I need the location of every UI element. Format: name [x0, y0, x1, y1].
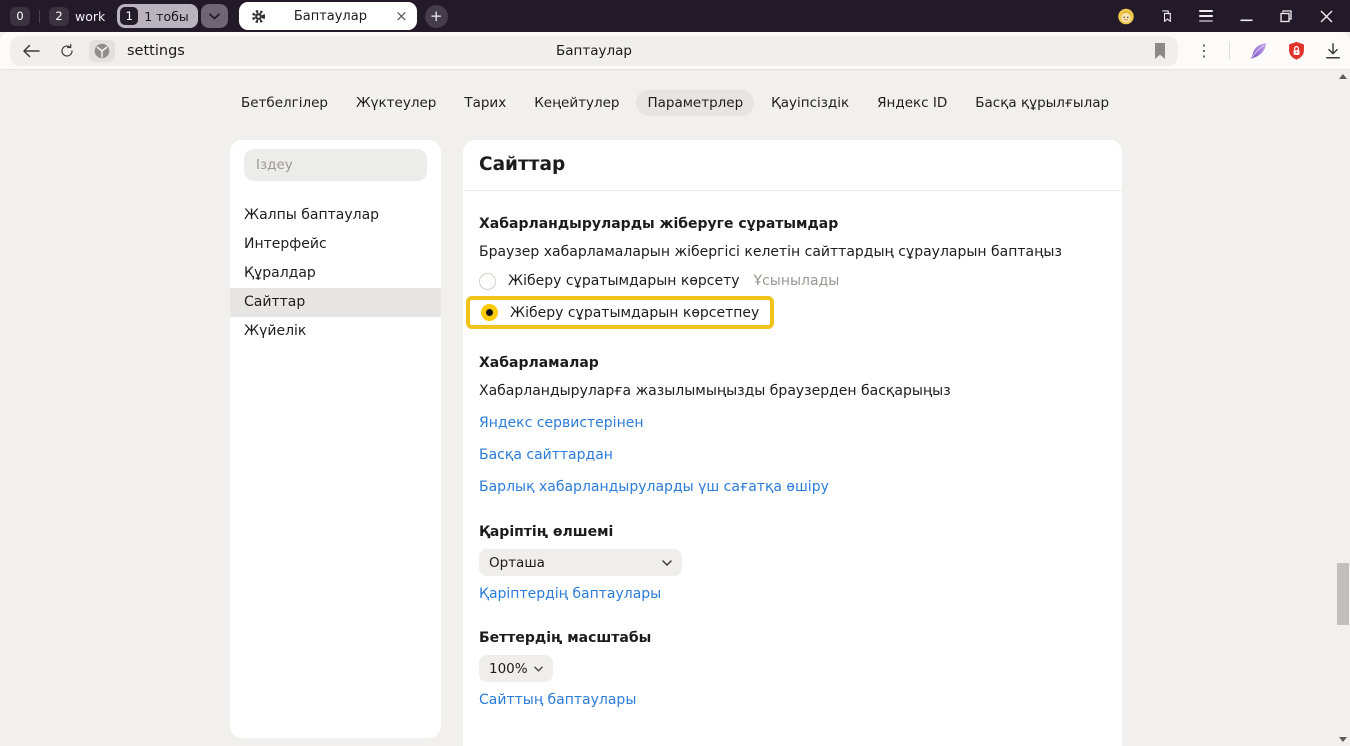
window-restore-button[interactable]	[1278, 8, 1294, 24]
content-title: Сайттар	[463, 140, 1122, 191]
new-tab-button[interactable]: +	[425, 5, 448, 28]
tab-downloads[interactable]: Жүктеулер	[345, 90, 447, 116]
tab-group-active[interactable]: 1 1 тобы	[117, 4, 197, 28]
back-arrow-icon	[22, 44, 40, 58]
tab-close-icon[interactable]: ×	[395, 9, 408, 24]
section-heading: Хабарландыруларды жіберуге сұратымдар	[479, 216, 1106, 232]
settings-page: Бетбелгілер Жүктеулер Тарих Кеңейтулер П…	[0, 70, 1350, 746]
reload-icon	[59, 43, 75, 59]
section-heading: Хабарламалар	[479, 355, 1106, 371]
side-panels-icon[interactable]	[1158, 8, 1174, 24]
select-value: Орташа	[489, 555, 545, 571]
window-close-button[interactable]	[1318, 8, 1334, 24]
active-tab[interactable]: Баптаулар ×	[239, 2, 417, 30]
back-button[interactable]	[22, 44, 40, 58]
toolbar-more-icon[interactable]: ⋮	[1196, 43, 1212, 59]
active-group-count-badge: 1	[120, 7, 138, 25]
site-favicon	[89, 40, 115, 62]
tab-extensions[interactable]: Кеңейтулер	[523, 90, 630, 116]
link-site-settings[interactable]: Сайттың баптаулары	[479, 692, 636, 708]
tab-settings[interactable]: Параметрлер	[636, 90, 754, 116]
scroll-down-arrow-icon[interactable]	[1339, 737, 1347, 742]
scrollbar-thumb[interactable]	[1337, 563, 1349, 625]
tab-security[interactable]: Қауіпсіздік	[760, 90, 860, 116]
url-text: settings	[127, 43, 185, 59]
section-description: Браузер хабарламаларын жібергісі келетін…	[479, 244, 1106, 260]
section-notifications: Хабарламалар Хабарландыруларға жазылымың…	[463, 355, 1122, 495]
tab-strip: 0 2 work 1 1 тобы Баптаулар × +	[0, 0, 1350, 32]
link-other-sites[interactable]: Басқа сайттардан	[479, 447, 613, 463]
search-input[interactable]	[244, 149, 427, 181]
page-scrollbar[interactable]	[1336, 70, 1350, 746]
bookmark-flag-icon[interactable]	[1154, 43, 1166, 59]
scroll-up-arrow-icon[interactable]	[1339, 74, 1347, 79]
sidebar-item-tools[interactable]: Құралдар	[230, 259, 441, 288]
select-value: 100%	[489, 661, 528, 677]
recommended-badge: Ұсынылады	[754, 273, 840, 289]
chevron-down-icon	[534, 666, 543, 672]
radio-unchecked-icon[interactable]	[479, 273, 496, 290]
sidebar-list: Жалпы баптаулар Интерфейс Құралдар Сайтт…	[230, 201, 441, 346]
browser-menu-icon[interactable]	[1198, 8, 1214, 24]
notification-links: Яндекс сервистерінен Басқа сайттардан Ба…	[479, 415, 1106, 495]
settings-gear-icon	[251, 9, 266, 24]
toolbar-extensions: ⋮	[1196, 32, 1342, 70]
radio-checked-icon[interactable]	[481, 304, 498, 321]
annotation-highlight-box: Жіберу сұратымдарын көрсетпеу	[466, 296, 774, 329]
active-group-label: 1 тобы	[144, 9, 188, 24]
radio-label: Жіберу сұратымдарын көрсетпеу	[510, 305, 759, 321]
section-heading: Беттердің масштабы	[479, 630, 1106, 646]
sidebar-item-system[interactable]: Жүйелік	[230, 317, 441, 346]
downloads-icon[interactable]	[1324, 42, 1342, 60]
tab-yandex-id[interactable]: Яндекс ID	[866, 90, 958, 116]
settings-nav-tabs: Бетбелгілер Жүктеулер Тарих Кеңейтулер П…	[0, 70, 1350, 116]
section-font-size: Қаріптің өлшемі Орташа Қаріптердің бапта…	[463, 524, 1122, 602]
tab-groups-dropdown-button[interactable]	[201, 4, 228, 28]
link-mute-all-3h[interactable]: Барлық хабарландыруларды үш сағатқа өшір…	[479, 479, 829, 495]
tab-other-devices[interactable]: Басқа құрылғылар	[964, 90, 1120, 116]
tab-group-work-badge[interactable]: 2	[49, 7, 69, 26]
chevron-down-icon	[662, 560, 672, 566]
user-avatar[interactable]	[1118, 8, 1134, 24]
sidebar-item-general[interactable]: Жалпы баптаулар	[230, 201, 441, 230]
toolbar-divider	[1229, 42, 1230, 60]
tab-bookmarks[interactable]: Бетбелгілер	[230, 90, 339, 116]
link-font-settings[interactable]: Қаріптердің баптаулары	[479, 586, 661, 602]
page-zoom-select[interactable]: 100%	[479, 655, 553, 682]
tab-history[interactable]: Тарих	[453, 90, 517, 116]
link-yandex-services[interactable]: Яндекс сервистерінен	[479, 415, 644, 431]
font-size-select[interactable]: Орташа	[479, 549, 682, 576]
settings-content: Сайттар Хабарландыруларды жіберуге сұрат…	[463, 140, 1122, 746]
section-heading: Қаріптің өлшемі	[479, 524, 1106, 540]
address-bar[interactable]: settings Баптаулар	[10, 36, 1178, 66]
chevron-down-icon	[209, 13, 220, 20]
sidebar-item-sites[interactable]: Сайттар	[230, 288, 441, 317]
tab-title: Баптаулар	[266, 9, 395, 24]
radio-option-show-requests[interactable]: Жіберу сұратымдарын көрсету Ұсынылады	[479, 271, 1106, 291]
section-notification-requests: Хабарландыруларды жіберуге сұратымдар Бр…	[463, 216, 1122, 329]
page-title: Баптаулар	[556, 43, 632, 59]
reload-button[interactable]	[59, 43, 75, 59]
browser-window: 0 2 work 1 1 тобы Баптаулар × +	[0, 0, 1350, 746]
window-minimize-button[interactable]	[1238, 8, 1254, 24]
section-description: Хабарландыруларға жазылымыңызды браузерд…	[479, 383, 1106, 399]
section-page-zoom: Беттердің масштабы 100% Сайттың баптаула…	[463, 630, 1122, 708]
sidebar-item-interface[interactable]: Интерфейс	[230, 230, 441, 259]
titlebar-controls	[1118, 8, 1340, 24]
browser-toolbar: settings Баптаулар ⋮	[0, 32, 1350, 70]
protect-shield-icon[interactable]	[1286, 40, 1307, 62]
tab-group-zero-badge[interactable]: 0	[10, 7, 30, 26]
radio-label: Жіберу сұратымдарын көрсету	[508, 273, 740, 289]
settings-sidebar: Жалпы баптаулар Интерфейс Құралдар Сайтт…	[230, 140, 441, 738]
feather-extension-icon[interactable]	[1247, 40, 1269, 62]
tab-group-work-label[interactable]: work	[75, 9, 105, 24]
tab-group-divider	[39, 10, 40, 23]
